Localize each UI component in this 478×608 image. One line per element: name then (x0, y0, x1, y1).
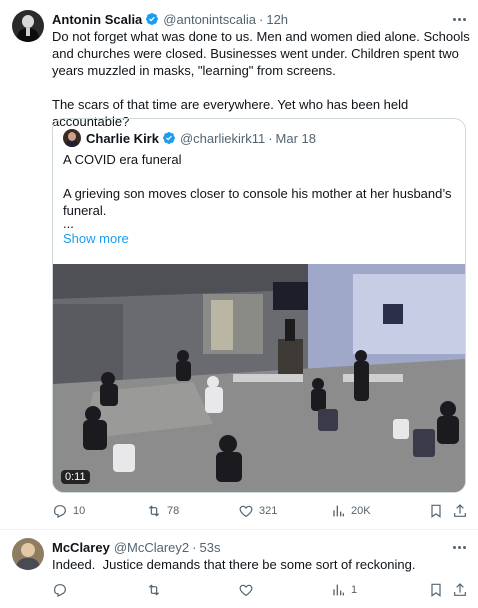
repost-icon (148, 584, 160, 596)
tweet-actions: 1 (52, 579, 468, 601)
share-button[interactable] (452, 579, 468, 601)
separator-dot: · (192, 539, 197, 555)
avatar[interactable] (12, 10, 44, 42)
reply-button[interactable] (52, 579, 68, 601)
quoted-tweet-text: A COVID era funeral A grieving son moves… (63, 151, 455, 231)
tweet-text: Indeed. Justice demands that there be so… (52, 557, 416, 572)
reply-count: 10 (73, 505, 86, 517)
quoted-tweet-header: Charlie Kirk @charliekirk11 · Mar 18 (63, 129, 316, 147)
avatar[interactable] (12, 538, 44, 570)
separator-dot: · (259, 11, 264, 27)
video-frame (53, 264, 465, 492)
tweet-text: Do not forget what was done to us. Men a… (52, 28, 470, 130)
quoted-text-ellipsis: ... (63, 216, 74, 231)
heart-icon (239, 584, 253, 597)
bookmark-button[interactable] (428, 500, 444, 522)
views-icon (333, 584, 344, 596)
verified-badge-icon (163, 132, 175, 144)
author-name[interactable]: Antonin Scalia (52, 12, 142, 27)
quoted-text-line: A COVID era funeral (63, 152, 182, 167)
bookmark-button[interactable] (428, 579, 444, 601)
quoted-tweet-date: Mar 18 (275, 130, 317, 146)
tweet-text-line: Do not forget what was done to us. Men a… (52, 29, 470, 44)
tweet-time[interactable]: 12h (266, 12, 288, 27)
bookmark-icon (431, 504, 441, 518)
reply-icon (54, 584, 66, 597)
separator-dot: · (268, 130, 273, 146)
views-icon (333, 505, 344, 517)
video-player[interactable]: 0:11 (53, 264, 465, 492)
more-options-icon[interactable] (450, 538, 468, 556)
reply-button[interactable]: 10 (52, 500, 85, 522)
repost-button[interactable]: 78 (146, 500, 179, 522)
like-button[interactable]: 321 (238, 500, 277, 522)
tweet-time[interactable]: 53s (199, 540, 220, 555)
quoted-text-line: A grieving son moves closer to console h… (63, 186, 452, 201)
views-button[interactable]: 20K (330, 500, 371, 522)
views-button[interactable]: 1 (330, 579, 357, 601)
reply-tweet[interactable]: McClarey @McClarey2 · 53s Indeed. Justic… (0, 531, 478, 608)
tweet-text-line: and churches were closed. Businesses wen… (52, 46, 459, 61)
quoted-author-name: Charlie Kirk (86, 130, 159, 146)
tweet[interactable]: Antonin Scalia @antonintscalia · 12h Do … (0, 0, 478, 530)
more-options-icon[interactable] (450, 10, 468, 28)
views-count: 20K (351, 505, 371, 517)
like-count: 321 (259, 505, 278, 517)
verified-badge-icon (146, 13, 159, 25)
repost-count: 78 (167, 505, 180, 517)
quoted-avatar (63, 129, 81, 147)
repost-button[interactable] (146, 579, 162, 601)
views-count: 1 (351, 584, 358, 596)
quoted-author-handle: @charliekirk11 (179, 130, 266, 146)
tweet-actions: 10 78 321 20K (52, 500, 468, 522)
like-button[interactable] (238, 579, 254, 601)
heart-icon (239, 505, 253, 518)
bookmark-icon (431, 583, 441, 597)
repost-icon (148, 505, 160, 517)
author-handle[interactable]: @McClarey2 (114, 540, 189, 555)
tweet-divider (0, 529, 478, 530)
video-duration: 0:11 (61, 470, 90, 484)
tweet-text-line: years muzzled in masks, "learning" from … (52, 63, 336, 78)
author-handle[interactable]: @antonintscalia (163, 12, 256, 27)
tweet-header: McClarey @McClarey2 · 53s (52, 538, 220, 556)
reply-icon (54, 505, 66, 518)
quoted-text-line: funeral. (63, 203, 107, 218)
show-more-link[interactable]: Show more (63, 231, 129, 246)
author-name[interactable]: McClarey (52, 540, 110, 555)
share-icon (454, 583, 466, 596)
share-button[interactable] (452, 500, 468, 522)
quoted-tweet[interactable]: Charlie Kirk @charliekirk11 · Mar 18 A C… (52, 118, 466, 493)
share-icon (454, 504, 466, 517)
tweet-header: Antonin Scalia @antonintscalia · 12h (52, 10, 288, 28)
